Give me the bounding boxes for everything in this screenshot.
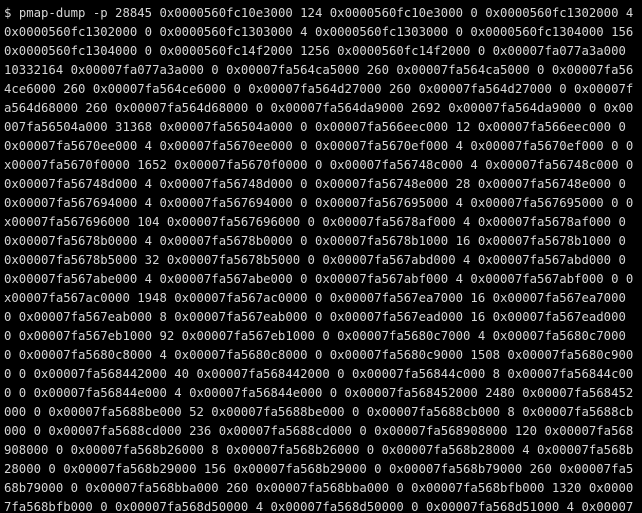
- terminal-output[interactable]: $ pmap-dump -p 28845 0x0000560fc10e3000 …: [0, 0, 642, 513]
- command-output: 0x0000560fc10e3000 124 0x0000560fc10e300…: [4, 6, 641, 513]
- command-text: pmap-dump -p 28845: [19, 6, 160, 20]
- shell-prompt: $: [4, 6, 19, 20]
